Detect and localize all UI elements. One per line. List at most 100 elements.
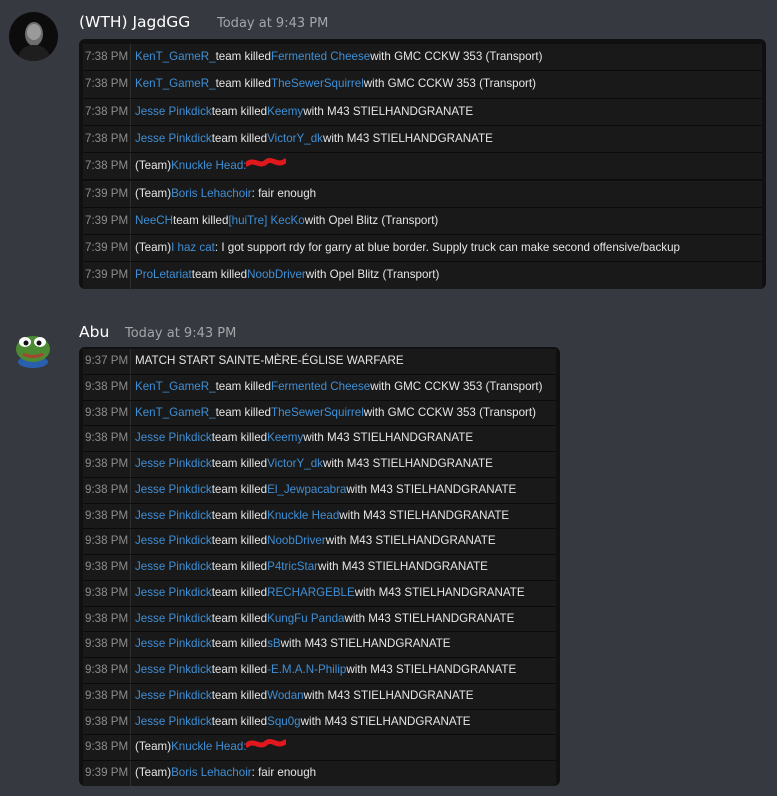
log-text: team killed — [215, 77, 271, 91]
player-name: Boris Lehachoir — [171, 186, 252, 200]
log-text: with M43 STIELHANDGRANATE — [303, 688, 474, 702]
avatar[interactable] — [9, 322, 58, 371]
log-time: 9:38 PM — [83, 632, 131, 657]
log-time: 9:38 PM — [83, 709, 131, 735]
player-name: RECHARGEBLE — [267, 585, 355, 599]
log-row: 9:38 PM Jesse Pinkdick team killed P4tric… — [83, 555, 556, 581]
log-time: 9:38 PM — [83, 529, 131, 554]
log-text: with M43 STIELHANDGRANATE — [325, 534, 496, 548]
player-name: El_Jewpacabra — [267, 482, 347, 496]
player-name: NeeCH — [135, 213, 174, 227]
log-text: with M43 STIELHANDGRANATE — [339, 508, 510, 522]
log-row: 7:39 PM ProLetariat team killed NoobDrive… — [83, 262, 762, 289]
log-time: 9:38 PM — [83, 452, 131, 477]
log-text: with M43 STIELHANDGRANATE — [303, 431, 474, 445]
player-name: Knuckle Head: — [171, 740, 247, 754]
log-text: : fair enough — [251, 766, 317, 779]
log-text: team killed — [211, 431, 268, 445]
log-text: team killed — [211, 534, 268, 548]
log-time: 9:38 PM — [83, 426, 131, 451]
player-name: VictorY_dk — [267, 457, 323, 470]
log-row: 7:38 PM (Team) Knuckle Head: — [83, 153, 762, 181]
log-time: 7:38 PM — [83, 125, 131, 153]
log-time: 9:38 PM — [83, 374, 131, 400]
log-text: team killed — [211, 508, 268, 522]
log-row: 9:38 PM Jesse Pinkdick team killed Squ0g … — [83, 709, 556, 736]
author-name[interactable]: (WTH) JagdGG — [79, 13, 190, 31]
log-row: 7:39 PM (Team) Boris Lehachoir: fair enou… — [83, 180, 762, 208]
team-tag: (Team) — [135, 740, 172, 754]
log-row: 7:38 PM Jesse Pinkdick team killed Victor… — [83, 125, 762, 154]
player-name: Wodan — [267, 688, 304, 702]
log-row: 9:37 PM MATCH START SAINTE-MÈRE-ÉGLISE WA… — [83, 349, 556, 375]
player-name: KenT_GameR_ — [135, 405, 216, 419]
player-name: Jesse Pinkdick — [135, 482, 212, 496]
player-name: Jesse Pinkdick — [135, 508, 212, 522]
log-text: team killed — [211, 457, 268, 470]
message-timestamp: Today at 9:43 PM — [125, 326, 237, 341]
player-name: Jesse Pinkdick — [135, 714, 212, 728]
log-time: 9:38 PM — [83, 580, 131, 606]
log-text: team killed — [211, 585, 268, 599]
log-text: with M43 STIELHANDGRANATE — [300, 714, 471, 728]
log-row: 9:38 PM Jesse Pinkdick team killed Wodan … — [83, 683, 556, 710]
log-text: team killed — [173, 213, 229, 227]
log-time: 9:38 PM — [83, 555, 131, 580]
log-time: 9:38 PM — [83, 477, 131, 503]
player-name: Jesse Pinkdick — [135, 431, 212, 445]
message-timestamp: Today at 9:43 PM — [217, 16, 329, 31]
team-tag: (Team) — [135, 159, 172, 173]
log-text: with M43 STIELHANDGRANATE — [344, 611, 515, 625]
player-name: Knuckle Head — [267, 508, 340, 522]
log-row: 9:38 PM Jesse Pinkdick team killed Knuckl… — [83, 503, 556, 530]
team-tag: (Team) — [135, 186, 172, 200]
log-text: : fair enough — [251, 186, 317, 200]
player-name: Keemy — [267, 431, 304, 445]
log-time: 9:39 PM — [83, 761, 131, 786]
log-text: with GMC CCKW 353 (Transport) — [363, 77, 537, 91]
log-text: team killed — [211, 611, 268, 625]
player-name: Jesse Pinkdick — [135, 104, 212, 118]
attached-screenshot[interactable]: 7:38 PM KenT_GameR_ team killed Fermented… — [79, 39, 766, 289]
log-time: 9:38 PM — [83, 735, 131, 760]
player-name: KungFu Panda — [267, 611, 345, 625]
author-name[interactable]: Abu — [79, 323, 109, 341]
dark-portrait-avatar-icon — [9, 12, 58, 61]
log-time: 9:38 PM — [83, 606, 131, 632]
log-row: 9:38 PM KenT_GameR_ team killed TheSewerS… — [83, 400, 556, 427]
log-time: 9:37 PM — [83, 349, 131, 374]
player-name: Jesse Pinkdick — [135, 585, 212, 599]
player-name: Jesse Pinkdick — [135, 534, 212, 548]
log-text: with M43 STIELHANDGRANATE — [346, 482, 517, 496]
player-name: VictorY_dk — [267, 131, 323, 145]
log-row: 9:38 PM Jesse Pinkdick team killed -E.M.A… — [83, 658, 556, 684]
log-text: with M43 STIELHANDGRANATE — [280, 637, 451, 651]
log-text: with M43 STIELHANDGRANATE — [318, 560, 488, 573]
player-name: Boris Lehachoir — [171, 766, 252, 779]
log-row: 9:38 PM Jesse Pinkdick team killed RECHAR… — [83, 580, 556, 607]
log-text: with M43 STIELHANDGRANATE — [322, 457, 493, 470]
player-name: Jesse Pinkdick — [135, 131, 212, 145]
attached-screenshot[interactable]: 9:37 PM MATCH START SAINTE-MÈRE-ÉGLISE WA… — [79, 347, 560, 786]
red-scribble-redaction — [244, 153, 288, 179]
log-time: 9:38 PM — [83, 658, 131, 683]
log-row: 9:38 PM Jesse Pinkdick team killed NoobDr… — [83, 529, 556, 555]
log-row: 9:38 PM Jesse Pinkdick team killed KungFu… — [83, 606, 556, 633]
player-name: Fermented Cheese — [270, 379, 371, 393]
log-text: team killed — [215, 379, 271, 393]
player-name: Knuckle Head: — [171, 159, 247, 173]
log-text: with M43 STIELHANDGRANATE — [322, 131, 493, 145]
log-row: 9:38 PM KenT_GameR_ team killed Fermented… — [83, 374, 556, 401]
player-name: Squ0g — [267, 714, 301, 728]
log-text: team killed — [211, 637, 268, 651]
player-name: ProLetariat — [135, 268, 192, 282]
player-name: NoobDriver — [267, 534, 326, 548]
log-row: 7:38 PM KenT_GameR_ team killed TheSewerS… — [83, 71, 762, 99]
player-name: Jesse Pinkdick — [135, 688, 212, 702]
log-text: with GMC CCKW 353 (Transport) — [370, 379, 543, 393]
log-time: 7:38 PM — [83, 98, 131, 125]
log-row: 9:38 PM Jesse Pinkdick team killed sB wit… — [83, 632, 556, 658]
avatar[interactable] — [9, 12, 58, 61]
log-text: with M43 STIELHANDGRANATE — [354, 585, 525, 599]
log-text: with M43 STIELHANDGRANATE — [346, 663, 517, 676]
